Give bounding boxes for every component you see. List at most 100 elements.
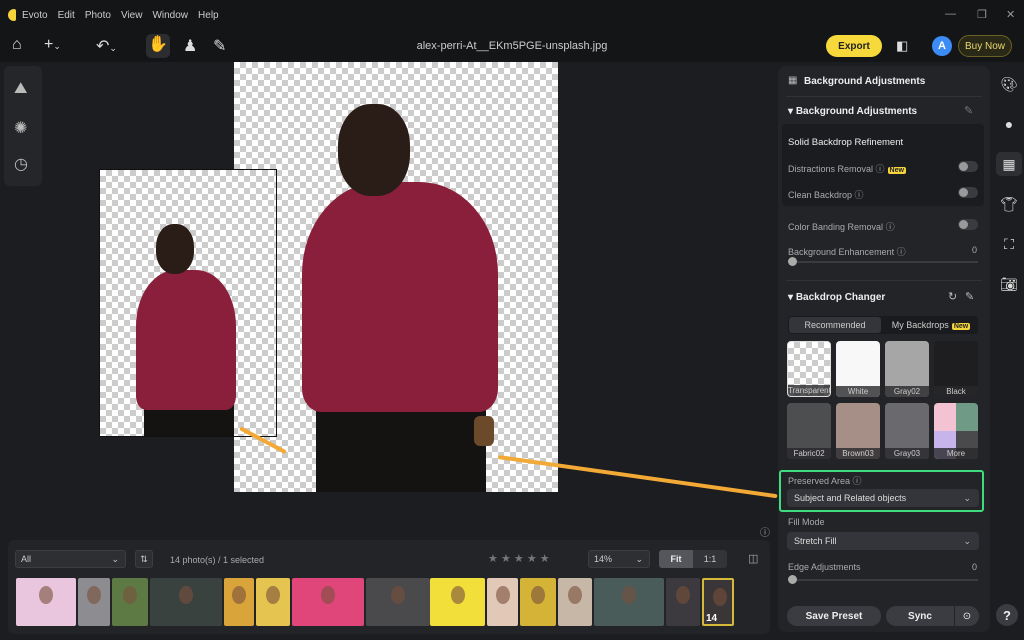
backdrop-label: White (836, 386, 880, 397)
thumbnail-subject (568, 586, 582, 604)
fill-mode-label: Fill Mode (788, 517, 825, 527)
backdrop-gray02[interactable]: Gray02 (885, 341, 929, 397)
star-icon[interactable]: ★ (501, 553, 511, 565)
backdrop-tabs: Recommended My Backdrops New (788, 316, 978, 334)
new-badge: New (951, 323, 971, 330)
filmstrip-thumbnail[interactable] (112, 578, 148, 626)
filmstrip-thumbnail[interactable] (224, 578, 254, 626)
divider (786, 96, 982, 97)
subsection-title: Solid Backdrop Refinement (788, 137, 904, 148)
preserved-area-dropdown[interactable]: Subject and Related objects ⌄ (787, 489, 979, 507)
divider (786, 280, 982, 281)
filmstrip-thumbnail[interactable] (666, 578, 700, 626)
edit-icon[interactable]: ✎ (964, 104, 973, 117)
label-text: Clean Backdrop (788, 190, 853, 200)
filter-dropdown[interactable]: All ⌄ (15, 550, 126, 568)
camera-icon[interactable]: 📷︎ (1000, 276, 1018, 293)
maximize-button[interactable]: ❐ (977, 8, 987, 21)
thumbnail-subject (450, 586, 465, 604)
sync-settings-icon[interactable]: ⊙ (955, 606, 979, 626)
effects-icon[interactable]: ✺ (14, 118, 27, 138)
fit-button[interactable]: Fit (659, 550, 693, 568)
star-rating[interactable]: ★ ★ ★ ★ ★ (488, 552, 550, 565)
help-button[interactable]: ? (996, 604, 1018, 626)
filmstrip-thumbnail[interactable] (78, 578, 110, 626)
tab-recommended[interactable]: Recommended (789, 317, 881, 333)
backdrop-brown03[interactable]: Brown03 (836, 403, 880, 459)
filmstrip-thumbnail[interactable] (292, 578, 364, 626)
avatar[interactable]: A (932, 36, 952, 56)
filmstrip-thumbnail[interactable] (594, 578, 664, 626)
thumbnail-index: 14 (706, 613, 718, 624)
crop-icon[interactable]: ⛶ (1000, 236, 1018, 253)
clothing-icon[interactable]: 👕︎ (1000, 196, 1018, 213)
filmstrip-thumbnail[interactable] (150, 578, 222, 626)
filmstrip-thumbnail[interactable]: 14 (702, 578, 734, 626)
tab-my-backdrops[interactable]: My Backdrops New (884, 316, 978, 334)
star-icon[interactable]: ★ (527, 553, 537, 565)
export-button[interactable]: Export (826, 35, 882, 57)
distractions-toggle[interactable] (958, 161, 978, 172)
menu-window[interactable]: Window (152, 10, 188, 21)
filmstrip-thumbnail[interactable] (487, 578, 518, 626)
save-preset-button[interactable]: Save Preset (787, 606, 881, 626)
buy-now-button[interactable]: Buy Now (958, 35, 1012, 57)
preview-image[interactable] (99, 169, 277, 437)
one-to-one-button[interactable]: 1:1 (693, 550, 727, 568)
sync-button[interactable]: Sync (886, 606, 954, 626)
filmstrip-thumbnail[interactable] (16, 578, 76, 626)
backdrop-label: Fabric02 (787, 448, 831, 459)
history-icon[interactable]: ◷ (14, 154, 28, 174)
evoto-logo-icon (8, 9, 16, 21)
menu-edit[interactable]: Edit (58, 10, 75, 21)
preserved-area-label: Preserved Area ⓘ (788, 476, 862, 486)
section-toggle[interactable]: ▾ Background Adjustments (788, 106, 917, 117)
color-banding-toggle[interactable] (958, 219, 978, 230)
menu-help[interactable]: Help (198, 10, 219, 21)
backdrop-white[interactable]: White (836, 341, 880, 397)
background-tab-icon[interactable]: ▦ (996, 152, 1022, 176)
edge-slider[interactable] (792, 579, 978, 581)
backdrop-transparent[interactable]: Transparent (787, 341, 831, 397)
backdrop-fabric02[interactable]: Fabric02 (787, 403, 831, 459)
thumbnail-subject (87, 586, 101, 604)
ai-adjust-icon[interactable]: ⛰ (14, 80, 27, 98)
main-image[interactable] (234, 62, 558, 492)
portrait-icon[interactable]: ● (1000, 116, 1018, 132)
fill-mode-dropdown[interactable]: Stretch Fill ⌄ (787, 532, 979, 550)
edge-value: 0 (972, 562, 978, 572)
clean-backdrop-toggle[interactable] (958, 187, 978, 198)
filmstrip-thumbnail[interactable] (430, 578, 485, 626)
star-icon[interactable]: ★ (488, 553, 498, 565)
filmstrip-thumbnail[interactable] (520, 578, 556, 626)
backdrop-black[interactable]: Black (934, 341, 978, 397)
zoom-dropdown[interactable]: 14% ⌄ (588, 550, 650, 568)
star-icon[interactable]: ★ (540, 553, 550, 565)
sort-button[interactable]: ⇅ (135, 550, 153, 568)
filmstrip-thumbnail[interactable] (256, 578, 290, 626)
left-tool-panel: ⛰ ✺ ◷ (4, 66, 42, 186)
backdrop-more[interactable]: More (934, 403, 978, 459)
thumbnail-subject (123, 586, 137, 604)
star-icon[interactable]: ★ (514, 553, 524, 565)
enhancement-slider[interactable] (792, 261, 978, 263)
info-icon[interactable]: ⓘ (760, 524, 770, 539)
minimize-button[interactable]: — (945, 8, 956, 20)
section-toggle[interactable]: ▾ Backdrop Changer (788, 292, 885, 303)
thumbnail-subject (39, 586, 53, 604)
reset-icon[interactable]: ↻ (948, 290, 957, 303)
enhancement-slider-handle[interactable] (788, 257, 797, 266)
filmstrip-thumbnail[interactable] (558, 578, 592, 626)
edge-slider-handle[interactable] (788, 575, 797, 584)
menu-evoto[interactable]: Evoto (22, 10, 48, 21)
close-button[interactable]: ✕ (1006, 8, 1015, 21)
filmstrip-thumbnail[interactable] (366, 578, 430, 626)
palette-icon[interactable]: 🎨︎ (1000, 76, 1018, 93)
split-view-icon[interactable]: ◫ (748, 552, 758, 565)
edit-icon[interactable]: ✎ (965, 290, 974, 303)
compare-icon[interactable]: ◧ (896, 38, 908, 54)
menu-photo[interactable]: Photo (85, 10, 111, 21)
backdrop-gray03[interactable]: Gray03 (885, 403, 929, 459)
menu-view[interactable]: View (121, 10, 143, 21)
enhancement-value: 0 (972, 245, 978, 255)
